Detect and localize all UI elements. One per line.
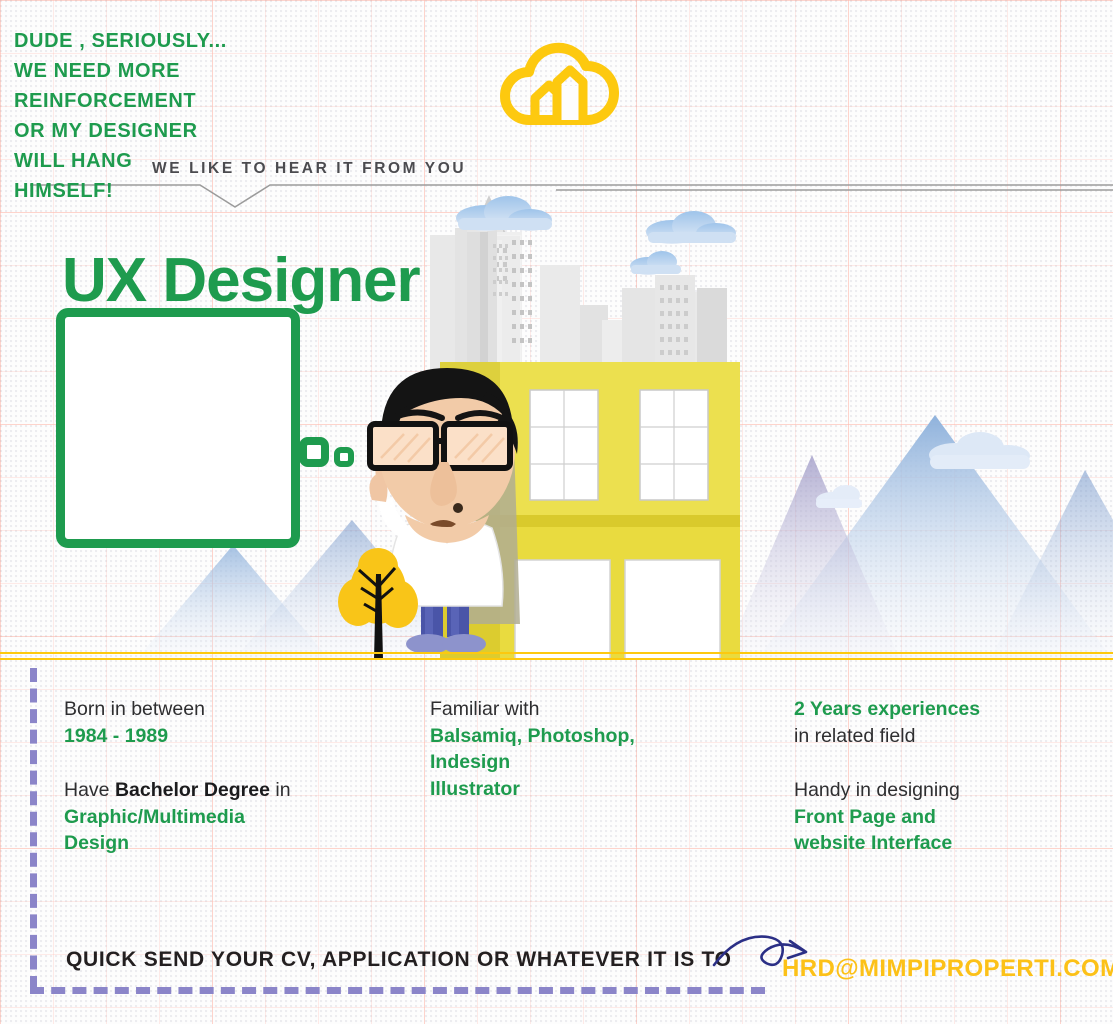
requirement-line: 2 Years experiences <box>794 698 981 720</box>
contact-email[interactable]: HRD@MIMPIPROPERTI.COM <box>782 955 1113 983</box>
requirement-line: Front Page and <box>794 805 936 828</box>
poster-canvas: WE LIKE TO HEAR IT FROM YOU UX Designer … <box>0 0 1113 1024</box>
page-title: UX Designer <box>62 245 421 315</box>
requirement-line: Design <box>64 832 130 854</box>
requirement-line: Indesign <box>430 751 511 773</box>
requirement-line: Have Bachelor Degree in <box>64 779 291 801</box>
cloud-house-logo-icon <box>495 38 620 126</box>
requirements-columns: Born in between 1984 - 1989 Have Bachelor … <box>0 696 1113 876</box>
requirement-line: Born in between <box>64 698 205 720</box>
cloud-mid-right <box>646 211 736 244</box>
speech-bubble-text: DUDE , SERIOUSLY... WE NEED MORE REINFORCE… <box>14 26 244 206</box>
speech-bubble-line: WE NEED MORE <box>14 60 181 82</box>
requirement-line: 1984 - 1989 <box>64 724 169 747</box>
requirement-line: Illustrator <box>430 777 520 800</box>
speech-bubble-tail-large <box>299 437 329 467</box>
speech-bubble-line: DUDE , SERIOUSLY... <box>14 30 227 52</box>
requirement-block: 2 Years experiences in related field <box>794 696 1094 749</box>
requirement-block: Have Bachelor Degree in Graphic/Multimedi… <box>64 777 394 857</box>
requirements-column-2: Familiar with Balsamiq, Photoshop, Indesig… <box>430 696 760 830</box>
cloud-small <box>630 251 681 275</box>
speech-bubble <box>56 308 300 548</box>
speech-bubble-line: WILL HANG <box>14 150 133 172</box>
requirements-column-1: Born in between 1984 - 1989 Have Bachelor … <box>64 696 394 885</box>
cta-text: QUICK SEND YOUR CV, APPLICATION OR WHATE… <box>66 948 732 971</box>
requirement-line: Graphic/Multimedia <box>64 805 245 828</box>
requirement-line: Balsamiq, Photoshop, <box>430 724 635 747</box>
speech-bubble-line: REINFORCEMENT <box>14 90 197 112</box>
requirement-block: Familiar with Balsamiq, Photoshop, Indesig… <box>430 696 760 802</box>
requirement-line: in related field <box>794 724 916 747</box>
speech-bubble-line: OR MY DESIGNER <box>14 120 198 142</box>
requirement-block: Born in between 1984 - 1989 <box>64 696 394 749</box>
requirements-column-3: 2 Years experiences in related field Handy… <box>794 696 1094 885</box>
requirement-line: Handy in designing <box>794 779 960 801</box>
requirement-block: Handy in designing Front Page and website … <box>794 777 1094 857</box>
dashed-border-bottom <box>30 987 765 994</box>
speech-bubble-tail-small <box>334 447 354 467</box>
speech-bubble-line: HIMSELF! <box>14 180 114 202</box>
requirement-line: website Interface <box>794 832 953 854</box>
section-divider <box>0 652 1113 664</box>
requirement-line: Familiar with <box>430 698 540 720</box>
